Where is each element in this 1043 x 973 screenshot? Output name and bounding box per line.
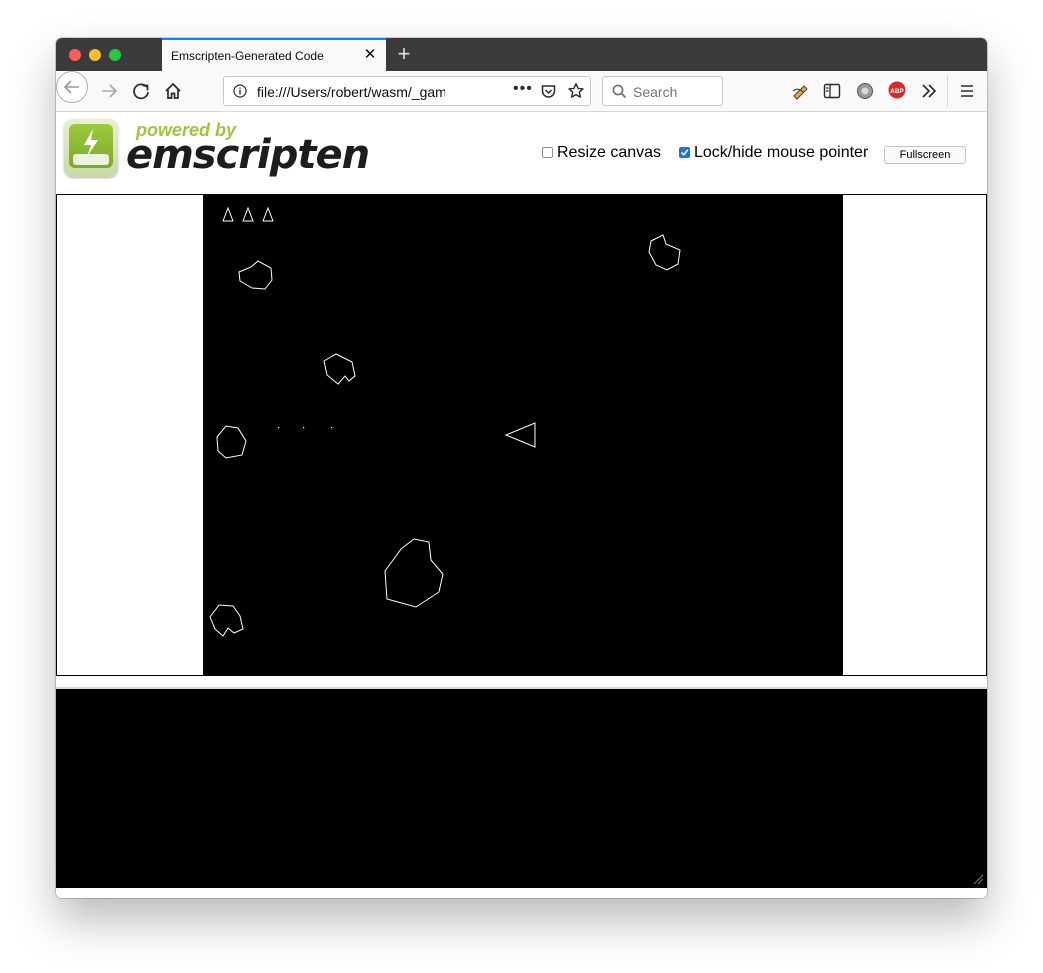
fullscreen-button[interactable]: Fullscreen [884, 146, 966, 164]
player-ship [504, 422, 536, 448]
bullet [278, 427, 280, 429]
canvas-controls: Resize canvas Lock/hide mouse pointer [542, 144, 868, 162]
asteroid [323, 353, 356, 385]
tab-active[interactable]: Emscripten-Generated Code ✕ [162, 38, 386, 71]
asteroid [384, 538, 444, 608]
url-text[interactable]: file:///Users/robert/wasm/_games/a [257, 84, 445, 100]
search-icon [612, 84, 627, 99]
page-actions-icon[interactable]: ••• [513, 80, 533, 98]
forward-arrow-icon[interactable] [95, 77, 123, 105]
back-button[interactable] [56, 71, 88, 103]
emscripten-wordmark: emscripten [126, 132, 370, 178]
console-output[interactable] [56, 687, 987, 888]
toolbar-separator [947, 75, 948, 107]
lock-pointer-checkbox[interactable] [678, 147, 690, 158]
asteroids-scene [209, 206, 681, 637]
bullet [331, 427, 333, 429]
sidebar-icon[interactable] [822, 81, 842, 101]
life-ship-icon [262, 206, 274, 222]
menu-icon[interactable] [957, 81, 977, 101]
close-tab-icon[interactable]: ✕ [362, 47, 378, 63]
extension-gear-icon[interactable] [855, 81, 875, 101]
reload-icon[interactable] [127, 77, 155, 105]
overflow-chevron-icon[interactable] [919, 81, 939, 101]
life-ship-icon [242, 206, 254, 222]
tab-title: Emscripten-Generated Code [171, 49, 324, 63]
lock-pointer-label[interactable]: Lock/hide mouse pointer [694, 144, 868, 161]
info-icon[interactable] [233, 84, 247, 98]
emscripten-logo[interactable]: powered by emscripten [64, 118, 370, 182]
url-bar[interactable]: file:///Users/robert/wasm/_games/a ••• [223, 76, 591, 106]
extension-pen-icon[interactable] [790, 81, 812, 101]
lightning-icon [73, 129, 109, 165]
life-ship-icon [222, 206, 234, 222]
home-icon[interactable] [159, 77, 187, 105]
adblock-icon[interactable]: ABP [887, 80, 907, 100]
search-placeholder: Search [633, 84, 678, 100]
asteroid [216, 425, 247, 459]
svg-text:ABP: ABP [890, 88, 904, 95]
navigation-toolbar: file:///Users/robert/wasm/_games/a ••• S… [56, 71, 987, 112]
game-canvas[interactable] [203, 195, 843, 675]
page-content: powered by emscripten Resize canvas Lock… [56, 112, 987, 898]
search-input[interactable]: Search [602, 76, 723, 106]
asteroid [238, 260, 273, 290]
asteroid [648, 234, 681, 271]
back-arrow-icon [63, 80, 79, 94]
bullet [303, 427, 305, 429]
checkmark-icon [680, 149, 689, 156]
close-window-button[interactable] [69, 49, 81, 61]
canvas-container [56, 194, 987, 676]
resize-canvas-label[interactable]: Resize canvas [557, 144, 661, 161]
resize-grip-icon[interactable] [973, 874, 984, 885]
resize-canvas-checkbox[interactable] [542, 147, 553, 158]
pocket-icon[interactable] [540, 83, 557, 100]
bookmark-star-icon[interactable] [567, 82, 585, 100]
logo-tile [64, 119, 118, 177]
browser-window: Emscripten-Generated Code ✕ + file:///Us… [56, 38, 987, 898]
tab-strip: Emscripten-Generated Code ✕ + [56, 38, 987, 71]
maximize-window-button[interactable] [109, 49, 121, 61]
minimize-window-button[interactable] [89, 49, 101, 61]
new-tab-icon[interactable]: + [393, 43, 415, 65]
asteroid [209, 604, 244, 637]
